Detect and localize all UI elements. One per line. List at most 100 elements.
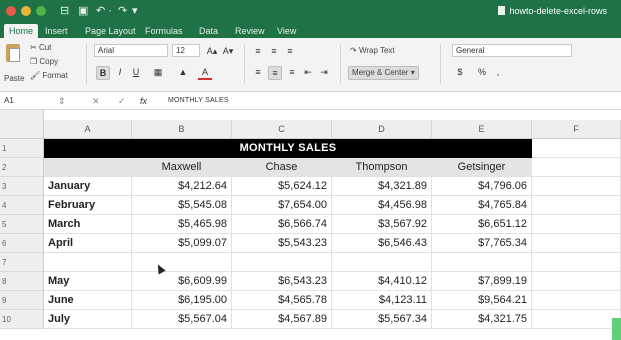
sales-value-cell[interactable]: $6,195.00 xyxy=(132,291,232,310)
row-header[interactable]: 6 xyxy=(0,234,44,253)
merge-center-button[interactable]: Merge & Center ▾ xyxy=(348,66,419,80)
confirm-entry-icon[interactable]: ✓ xyxy=(118,95,126,107)
font-size-select[interactable]: 12 xyxy=(172,44,200,57)
column-header-a[interactable]: A xyxy=(44,120,132,139)
header-cell[interactable]: Chase xyxy=(232,158,332,177)
minimize-window-button[interactable] xyxy=(21,6,31,16)
sales-value-cell[interactable] xyxy=(432,253,532,272)
borders-icon[interactable]: ▦ xyxy=(150,66,166,78)
sales-value-cell[interactable]: $4,212.64 xyxy=(132,177,232,196)
align-center-icon[interactable]: ≡ xyxy=(268,66,282,80)
sales-value-cell[interactable]: $5,465.98 xyxy=(132,215,232,234)
column-header-b[interactable]: B xyxy=(132,120,232,139)
column-header-c[interactable]: C xyxy=(232,120,332,139)
sales-value-cell[interactable]: $4,321.89 xyxy=(332,177,432,196)
formula-input[interactable]: MONTHLY SALES xyxy=(168,95,229,107)
column-header-d[interactable]: D xyxy=(332,120,432,139)
sales-value-cell[interactable]: $4,410.12 xyxy=(332,272,432,291)
fill-color-icon[interactable]: ▲ xyxy=(176,66,190,78)
cancel-entry-icon[interactable]: ✕ xyxy=(92,95,100,107)
tab-review[interactable]: Review xyxy=(230,24,270,38)
sales-value-cell[interactable]: $6,546.43 xyxy=(332,234,432,253)
increase-indent-icon[interactable]: ⇥ xyxy=(318,66,330,78)
month-cell[interactable]: January xyxy=(44,177,132,196)
row-header[interactable]: 3 xyxy=(0,177,44,196)
underline-button[interactable]: U xyxy=(130,66,142,78)
copy-button[interactable]: ❐ Copy xyxy=(30,57,58,67)
row-header[interactable]: 2 xyxy=(0,158,44,177)
month-cell[interactable]: February xyxy=(44,196,132,215)
sales-value-cell[interactable]: $5,543.23 xyxy=(232,234,332,253)
wrap-text-button[interactable]: ↷ Wrap Text xyxy=(350,46,395,56)
sales-value-cell[interactable]: $6,651.12 xyxy=(432,215,532,234)
row-header[interactable]: 8 xyxy=(0,272,44,291)
month-cell[interactable]: May xyxy=(44,272,132,291)
name-box-stepper-icon[interactable]: ⇕ xyxy=(58,95,66,107)
paste-icon[interactable] xyxy=(6,44,20,62)
cut-button[interactable]: ✂ Cut xyxy=(30,43,51,53)
zoom-window-button[interactable] xyxy=(36,6,46,16)
save-icon[interactable]: ▣ xyxy=(78,4,88,18)
month-cell[interactable]: July xyxy=(44,310,132,329)
italic-button[interactable]: I xyxy=(114,66,126,78)
format-painter-button[interactable]: 🖌 Format xyxy=(30,71,68,81)
header-cell[interactable]: Maxwell xyxy=(132,158,232,177)
empty-cell[interactable] xyxy=(532,291,621,310)
row-header[interactable]: 9 xyxy=(0,291,44,310)
month-cell[interactable]: April xyxy=(44,234,132,253)
sales-value-cell[interactable]: $7,765.34 xyxy=(432,234,532,253)
close-window-button[interactable] xyxy=(6,6,16,16)
align-middle-icon[interactable]: ≡ xyxy=(268,45,280,57)
decrease-indent-icon[interactable]: ⇤ xyxy=(302,66,314,78)
empty-cell[interactable] xyxy=(532,158,621,177)
sales-value-cell[interactable]: $3,567.92 xyxy=(332,215,432,234)
comma-button[interactable]: , xyxy=(492,66,504,78)
empty-cell[interactable] xyxy=(532,234,621,253)
empty-cell[interactable] xyxy=(44,158,132,177)
column-header-e[interactable]: E xyxy=(432,120,532,139)
sales-value-cell[interactable]: $7,654.00 xyxy=(232,196,332,215)
undo-icon[interactable]: ↶ · xyxy=(96,4,112,18)
sidebar-icon[interactable]: ⊟ xyxy=(60,4,69,18)
empty-cell[interactable] xyxy=(532,253,621,272)
bold-button[interactable]: B xyxy=(96,66,110,80)
title-cell[interactable]: MONTHLY SALES xyxy=(44,139,532,158)
header-cell[interactable]: Getsinger xyxy=(432,158,532,177)
name-box[interactable]: A1 xyxy=(4,95,14,107)
redo-icon[interactable]: ↷ xyxy=(118,4,127,18)
row-header[interactable]: 7 xyxy=(0,253,44,272)
header-cell[interactable]: Thompson xyxy=(332,158,432,177)
sales-value-cell[interactable]: $9,564.21 xyxy=(432,291,532,310)
number-format-select[interactable]: General xyxy=(452,44,572,57)
sales-value-cell[interactable]: $6,543.23 xyxy=(232,272,332,291)
shrink-font-button[interactable]: A▾ xyxy=(222,45,234,57)
tab-view[interactable]: View xyxy=(272,24,301,38)
row-header[interactable]: 4 xyxy=(0,196,44,215)
row-header[interactable]: 10 xyxy=(0,310,44,329)
sales-value-cell[interactable]: $6,566.74 xyxy=(232,215,332,234)
currency-button[interactable]: $ xyxy=(454,66,466,78)
sales-value-cell[interactable]: $4,567.89 xyxy=(232,310,332,329)
sales-value-cell[interactable]: $5,099.07 xyxy=(132,234,232,253)
sales-value-cell[interactable]: $6,609.99 xyxy=(132,272,232,291)
align-left-icon[interactable]: ≡ xyxy=(252,66,264,78)
column-header-f[interactable]: F xyxy=(532,120,621,139)
row-header[interactable]: 1 xyxy=(0,139,44,158)
empty-cell[interactable] xyxy=(532,196,621,215)
sales-value-cell[interactable]: $4,565.78 xyxy=(232,291,332,310)
sales-value-cell[interactable]: $4,321.75 xyxy=(432,310,532,329)
align-top-icon[interactable]: ≡ xyxy=(252,45,264,57)
insert-function-icon[interactable]: fx xyxy=(140,95,147,107)
grow-font-button[interactable]: A▴ xyxy=(206,45,218,57)
tab-formulas[interactable]: Formulas xyxy=(140,24,188,38)
sales-value-cell[interactable] xyxy=(232,253,332,272)
empty-cell[interactable] xyxy=(532,310,621,329)
empty-cell[interactable] xyxy=(532,139,621,158)
sales-value-cell[interactable]: $5,545.08 xyxy=(132,196,232,215)
tab-page-layout[interactable]: Page Layout xyxy=(80,24,141,38)
empty-cell[interactable] xyxy=(532,215,621,234)
sales-value-cell[interactable]: $4,456.98 xyxy=(332,196,432,215)
sales-value-cell[interactable]: $5,624.12 xyxy=(232,177,332,196)
sales-value-cell[interactable]: $4,796.06 xyxy=(432,177,532,196)
tab-home[interactable]: Home xyxy=(4,24,39,38)
